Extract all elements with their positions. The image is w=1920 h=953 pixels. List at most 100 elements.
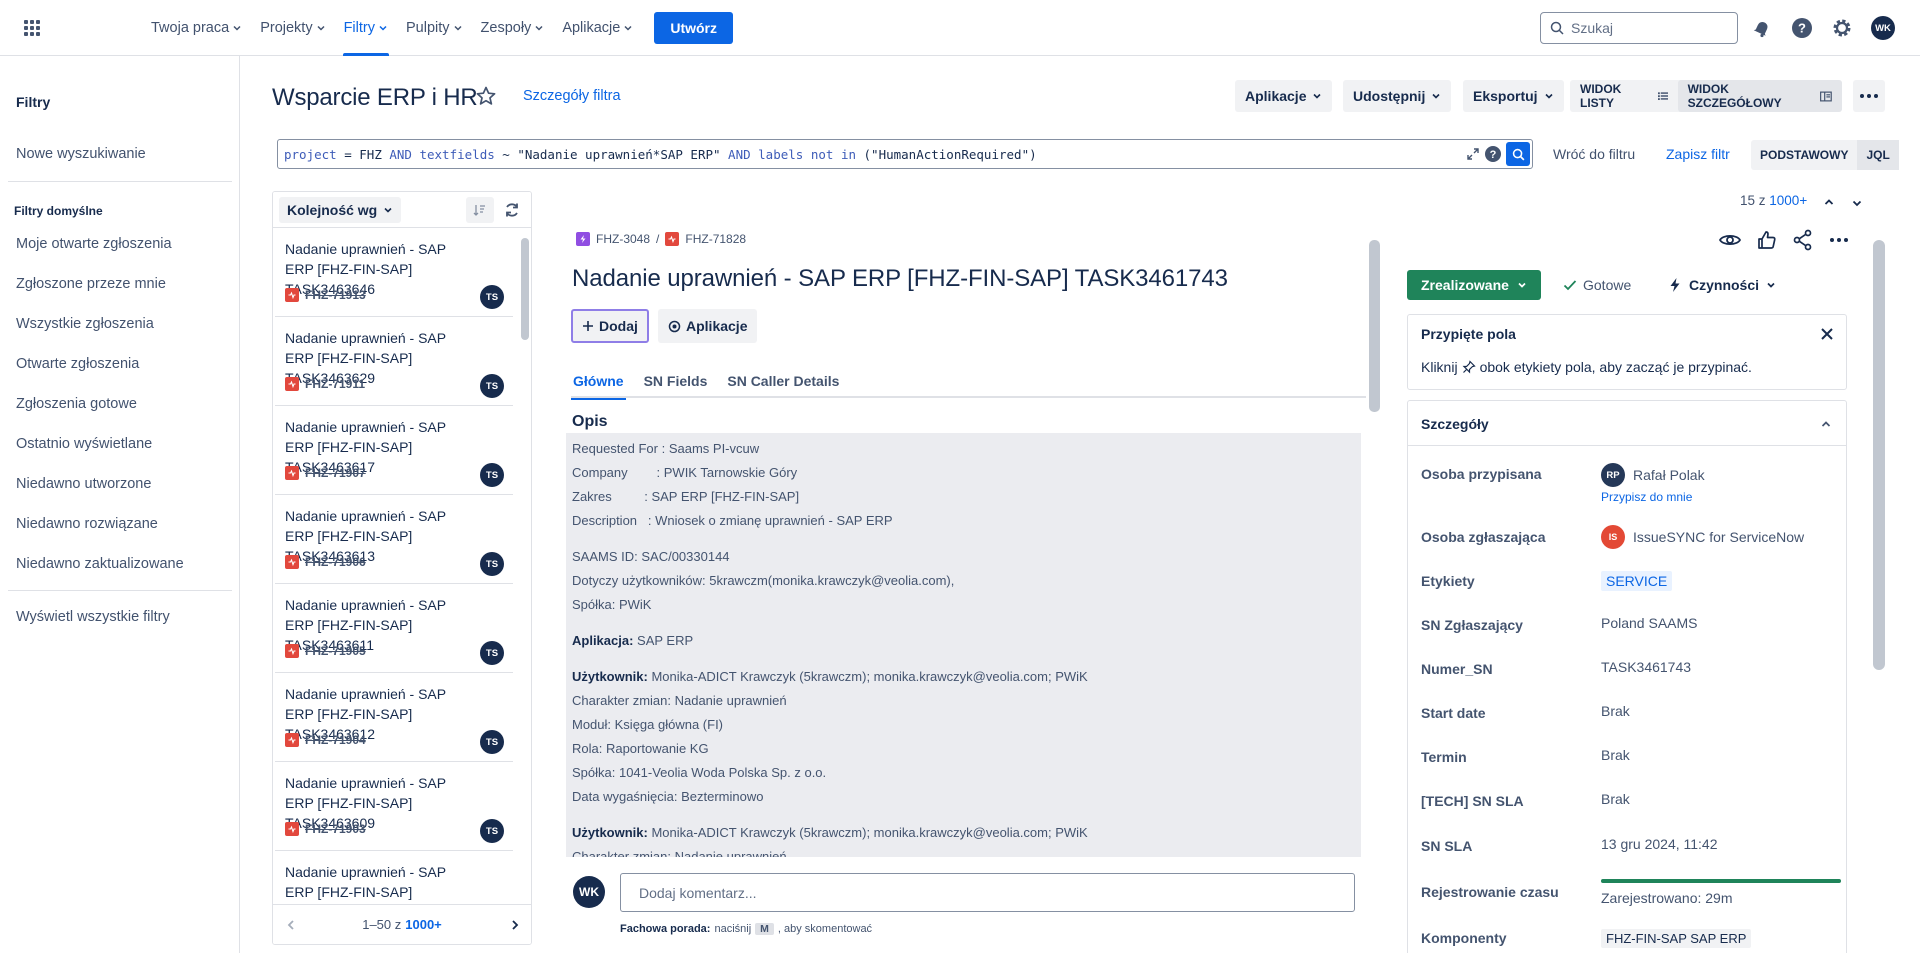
pro-tip-label: Fachowa porada:: [620, 923, 711, 935]
tab-sn-fields[interactable]: SN Fields: [642, 370, 710, 398]
label-chip[interactable]: SERVICE: [1601, 571, 1673, 591]
settings-gear-icon[interactable]: [1830, 16, 1854, 40]
order-by-dropdown[interactable]: Kolejność wg: [279, 197, 402, 223]
field-value[interactable]: TASK3461743: [1601, 659, 1691, 675]
sidebar-item-my-open[interactable]: Moje otwarte zgłoszenia: [16, 236, 172, 252]
expand-icon[interactable]: [1466, 147, 1480, 161]
watch-eye-icon[interactable]: [1718, 228, 1742, 252]
field-value[interactable]: Brak: [1601, 791, 1630, 807]
share-icon[interactable]: [1792, 228, 1814, 252]
user-avatar[interactable]: WK: [1871, 16, 1895, 40]
detail-scrollbar[interactable]: [1369, 222, 1380, 854]
nav-item-apps[interactable]: Aplikacje: [553, 0, 642, 56]
actions-dropdown-button[interactable]: Czynności: [1668, 277, 1776, 293]
help-icon[interactable]: ?: [1790, 16, 1814, 40]
list-view-toggle[interactable]: WIDOK LISTY: [1570, 80, 1678, 112]
sidebar-item-new-search[interactable]: Nowe wyszukiwanie: [16, 146, 146, 162]
pagination-total[interactable]: 1000+: [405, 917, 442, 932]
parent-issue-link[interactable]: FHZ-3048: [596, 232, 650, 246]
sidebar-item-recently-updated[interactable]: Niedawno zaktualizowane: [16, 556, 184, 572]
create-button[interactable]: Utwórz: [654, 12, 734, 44]
issue-list-item[interactable]: Nadanie uprawnień - SAP ERP [FHZ-FIN-SAP…: [275, 674, 513, 762]
jql-query-input[interactable]: project = FHZ AND textfields ~ "Nadanie …: [277, 139, 1533, 169]
back-to-filter-button[interactable]: Wróć do filtru: [1553, 146, 1635, 162]
more-horizontal-icon[interactable]: [1828, 228, 1850, 252]
sidebar-item-reported-by-me[interactable]: Zgłoszone przeze mnie: [16, 276, 166, 292]
field-value[interactable]: RP Rafał Polak: [1601, 463, 1705, 487]
sidebar-item-view-all-filters[interactable]: Wyświetl wszystkie filtry: [16, 609, 170, 625]
nav-item-dashboards[interactable]: Pulpity: [397, 0, 472, 56]
global-search-input[interactable]: Szukaj: [1540, 12, 1738, 44]
issue-list-item[interactable]: Nadanie uprawnień - SAP ERP [FHZ-FIN-SAP…: [275, 763, 513, 851]
details-header[interactable]: Szczegóły: [1408, 401, 1846, 446]
add-button[interactable]: Dodaj: [571, 309, 649, 343]
share-dropdown-button[interactable]: Udostępnij: [1343, 80, 1452, 112]
filter-details-link[interactable]: Szczegóły filtra: [523, 88, 621, 104]
chevron-right-icon[interactable]: [509, 919, 521, 931]
sidebar-item-recently-resolved[interactable]: Niedawno rozwiązane: [16, 516, 158, 532]
help-icon[interactable]: ?: [1484, 145, 1502, 163]
issue-summary[interactable]: Nadanie uprawnień - SAP ERP [FHZ-FIN-SAP…: [572, 265, 1228, 293]
field-value[interactable]: SERVICE: [1601, 571, 1673, 591]
nav-item-filters[interactable]: Filtry: [335, 0, 397, 56]
sidebar-item-all-issues[interactable]: Wszystkie zgłoszenia: [16, 316, 154, 332]
tab-sn-caller-details[interactable]: SN Caller Details: [725, 370, 841, 398]
sidebar-item-done-issues[interactable]: Zgłoszenia gotowe: [16, 396, 137, 412]
chevron-up-icon[interactable]: [1823, 196, 1835, 208]
nav-item-your-work[interactable]: Twoja praca: [142, 0, 251, 56]
basic-mode-button[interactable]: PODSTAWOWY: [1751, 140, 1857, 170]
nav-item-projects[interactable]: Projekty: [251, 0, 334, 56]
issue-list-item[interactable]: Nadanie uprawnień - SAP ERP [FHZ-FIN-SAP…: [275, 318, 513, 406]
description-line: Zakres : SAP ERP [FHZ-FIN-SAP]: [572, 489, 800, 504]
sidebar-item-open-issues[interactable]: Otwarte zgłoszenia: [16, 356, 139, 372]
description-line: Użytkownik: Monika-ADICT Krawczyk (5kraw…: [572, 821, 1355, 845]
field-value[interactable]: IS IssueSYNC for ServiceNow: [1601, 525, 1804, 549]
scrollbar-thumb[interactable]: [1369, 240, 1380, 412]
chevron-left-icon[interactable]: [285, 919, 297, 931]
pager-total[interactable]: 1000+: [1769, 193, 1807, 208]
refresh-icon[interactable]: [503, 201, 521, 219]
description-paragraph: Użytkownik: Monika-ADICT Krawczyk (5kraw…: [572, 665, 1355, 809]
sidebar-section-default-filters: Filtry domyślne: [14, 204, 103, 218]
sidebar-item-recently-viewed[interactable]: Ostatnio wyświetlane: [16, 436, 152, 452]
assign-to-me-link[interactable]: Przypisz do mnie: [1601, 490, 1692, 504]
issue-list-item[interactable]: Nadanie uprawnień - SAP ERP [FHZ-FIN-SAP…: [275, 229, 513, 317]
field-value[interactable]: FHZ-FIN-SAP SAP ERP: [1601, 929, 1752, 948]
comment-input[interactable]: Dodaj komentarz...: [620, 873, 1355, 912]
sort-direction-button[interactable]: [466, 197, 494, 223]
issue-list-item[interactable]: Nadanie uprawnień - SAP ERP [FHZ-FIN-SAP…: [275, 585, 513, 673]
issue-list-item[interactable]: Nadanie uprawnień - SAP ERP [FHZ-FIN-SAP…: [275, 496, 513, 584]
status-dropdown-button[interactable]: Zrealizowane: [1407, 270, 1541, 300]
save-filter-button[interactable]: Zapisz filtr: [1666, 146, 1730, 162]
jql-search-button[interactable]: [1506, 142, 1530, 166]
field-value[interactable]: Brak: [1601, 703, 1630, 719]
description-content[interactable]: Requested For : Saams PI-vcuw Company : …: [566, 433, 1361, 857]
issue-key-link[interactable]: FHZ-71828: [685, 232, 746, 246]
time-tracking-progress-bar[interactable]: [1601, 879, 1841, 883]
app-switcher-icon[interactable]: [22, 18, 42, 38]
jql-mode-button[interactable]: JQL: [1857, 140, 1899, 170]
like-thumbs-up-icon[interactable]: [1756, 228, 1778, 252]
scrollbar-thumb[interactable]: [521, 238, 529, 340]
more-actions-button[interactable]: [1853, 80, 1885, 112]
sidebar-item-recently-created[interactable]: Niedawno utworzone: [16, 476, 151, 492]
export-dropdown-button[interactable]: Eksportuj: [1463, 80, 1564, 112]
close-icon[interactable]: [1820, 327, 1834, 341]
star-icon[interactable]: [475, 85, 497, 107]
issue-list-scrollbar[interactable]: [521, 230, 529, 896]
field-value[interactable]: Poland SAAMS: [1601, 615, 1698, 631]
field-value[interactable]: 13 gru 2024, 11:42: [1601, 836, 1718, 852]
toggle-label: WIDOK SZCZEGÓŁOWY: [1687, 82, 1782, 110]
issue-list-item[interactable]: Nadanie uprawnień - SAP ERP [FHZ-FIN-SAP…: [275, 407, 513, 495]
scrollbar-thumb[interactable]: [1873, 240, 1885, 670]
chevron-down-icon[interactable]: [1851, 197, 1863, 209]
detail-view-toggle[interactable]: WIDOK SZCZEGÓŁOWY: [1677, 80, 1842, 112]
right-panel-scrollbar[interactable]: [1873, 222, 1885, 953]
apps-dropdown-button[interactable]: Aplikacje: [1235, 80, 1333, 112]
issue-apps-button[interactable]: Aplikacje: [658, 309, 758, 343]
field-value[interactable]: Brak: [1601, 747, 1630, 763]
notifications-icon[interactable]: [1750, 16, 1774, 40]
nav-item-teams[interactable]: Zespoły: [472, 0, 554, 56]
tab-main[interactable]: Główne: [571, 370, 626, 400]
component-chip[interactable]: FHZ-FIN-SAP SAP ERP: [1601, 929, 1752, 948]
